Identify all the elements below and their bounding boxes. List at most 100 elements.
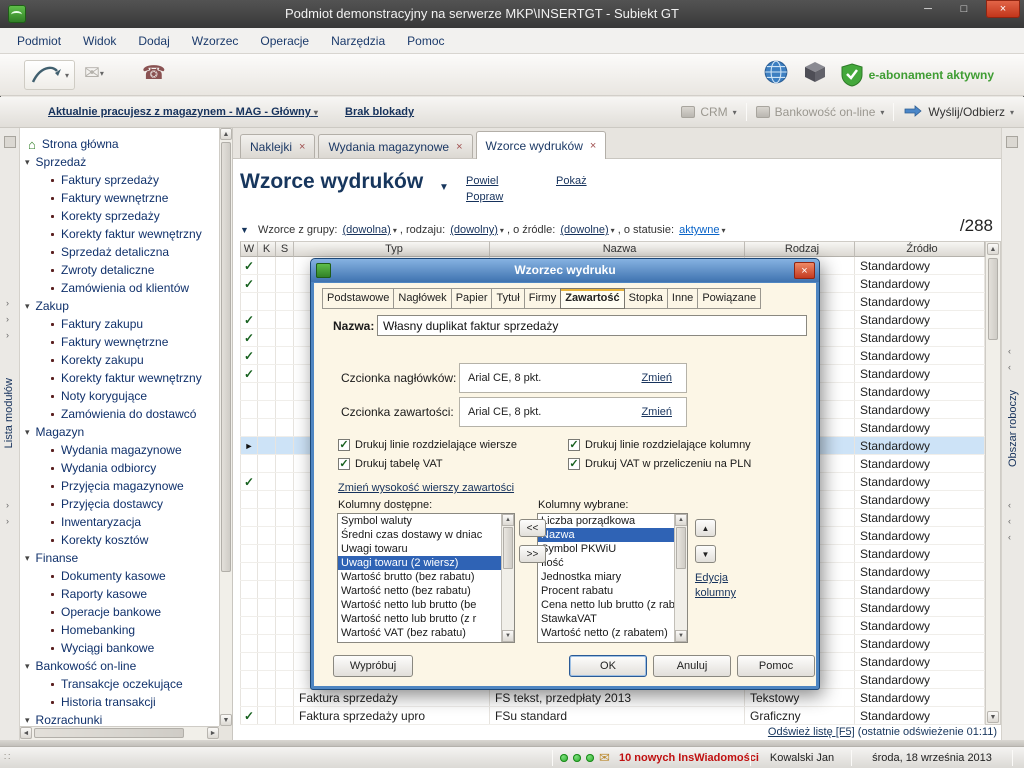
checkbox-drukuj-tabele-vat[interactable]: ✓Drukuj tabelę VAT xyxy=(338,458,568,470)
inswiadomosci-link[interactable]: 10 nowych InsWiadomości xyxy=(619,752,759,764)
column-header-w[interactable]: W xyxy=(240,241,258,257)
sidebar-item-raporty-kasowe[interactable]: Raporty kasowe xyxy=(20,585,219,603)
list-item-wartosc-vat-bez-rabatu[interactable]: Wartość VAT (bez rabatu) xyxy=(338,626,501,640)
send-mail-button[interactable]: ✉ ▾ xyxy=(84,62,104,85)
list-item-nazwa[interactable]: Nazwa xyxy=(538,528,674,542)
list-scrollbar[interactable]: ▲ ▼ xyxy=(674,514,687,642)
sidebar-item-historia-transakcji[interactable]: Historia transakcji xyxy=(20,693,219,711)
packages-button[interactable] xyxy=(803,60,827,89)
status-dot-icon[interactable] xyxy=(586,754,594,762)
dialog-tab-powiazane[interactable]: Powiązane xyxy=(697,288,761,309)
maximize-button[interactable]: □ xyxy=(950,0,978,18)
list-item-procent-rabatu[interactable]: Procent rabatu xyxy=(538,584,674,598)
sidebar-item-faktury-zakupu[interactable]: Faktury zakupu xyxy=(20,315,219,333)
scroll-down-icon[interactable]: ▼ xyxy=(220,714,232,726)
sidebar-item-korekty-zakupu[interactable]: Korekty zakupu xyxy=(20,351,219,369)
list-item-jednostka-miary[interactable]: Jednostka miary xyxy=(538,570,674,584)
close-button[interactable]: × xyxy=(986,0,1020,18)
filter-rodzaj-value[interactable]: (dowolny) xyxy=(450,224,498,236)
menu-item-pomoc[interactable]: Pomoc xyxy=(396,30,455,52)
close-icon[interactable]: × xyxy=(456,141,462,153)
page-title[interactable]: Wzorce wydruków xyxy=(240,170,423,194)
popraw-link[interactable]: Popraw xyxy=(466,191,503,203)
sidebar-item-zamowienia-od-klientow[interactable]: Zamówienia od klientów xyxy=(20,279,219,297)
status-dot-icon[interactable] xyxy=(573,754,581,762)
dialog-tab-podstawowe[interactable]: Podstawowe xyxy=(322,288,394,309)
menu-item-dodaj[interactable]: Dodaj xyxy=(127,30,180,52)
filter-grupa-value[interactable]: (dowolna) xyxy=(343,224,391,236)
list-item-wartosc-netto-z-rabatem[interactable]: Wartość netto (z rabatem) xyxy=(538,626,674,640)
chevron-right-icon[interactable]: › xyxy=(6,314,9,324)
list-item-stawkavat[interactable]: StawkaVAT xyxy=(538,612,674,626)
list-item-wartosc-netto-lub-brutto-be[interactable]: Wartość netto lub brutto (be xyxy=(338,598,501,612)
list-scrollbar[interactable]: ▲ ▼ xyxy=(501,514,514,642)
close-icon[interactable]: × xyxy=(299,141,305,153)
magazyn-link[interactable]: Aktualnie pracujesz z magazynem - MAG - … xyxy=(48,106,318,118)
dialog-tab-naglowek[interactable]: Nagłówek xyxy=(393,288,451,309)
sidebar-item-operacje-bankowe[interactable]: Operacje bankowe xyxy=(20,603,219,621)
scroll-up-icon[interactable]: ▲ xyxy=(675,514,687,526)
chevron-left-icon[interactable]: ‹ xyxy=(1008,362,1011,372)
sidebar-item-bankowosc-on-line[interactable]: ▾Bankowość on-line xyxy=(20,657,219,675)
sidebar-item-faktury-wewnetrzne[interactable]: Faktury wewnętrzne xyxy=(20,189,219,207)
sidebar-item-sprzedaz[interactable]: ▾Sprzedaż xyxy=(20,153,219,171)
ok-button[interactable]: OK xyxy=(569,655,647,677)
sidebar-item-zamowienia-do-dostawco[interactable]: Zamówienia do dostawcó xyxy=(20,405,219,423)
column-header-zrodlo[interactable]: Źródło xyxy=(855,241,985,257)
change-content-font-link[interactable]: Zmień xyxy=(641,406,672,418)
list-item-symbol-waluty[interactable]: Symbol waluty xyxy=(338,514,501,528)
anuluj-button[interactable]: Anuluj xyxy=(653,655,731,677)
pokaz-link[interactable]: Pokaż xyxy=(556,175,587,187)
scroll-left-icon[interactable]: ◄ xyxy=(20,727,32,739)
checkbox-icon[interactable]: ✓ xyxy=(338,458,350,470)
sidebar-item-magazyn[interactable]: ▾Magazyn xyxy=(20,423,219,441)
scrollbar-thumb[interactable] xyxy=(503,527,513,569)
eabonament-status[interactable]: e-abonament aktywny xyxy=(841,63,994,87)
column-header-nazwa[interactable]: Nazwa xyxy=(490,241,745,257)
close-icon[interactable]: × xyxy=(590,140,596,152)
dialog-title-bar[interactable]: Wzorzec wydruku × xyxy=(311,259,819,282)
sidebar-item-homebanking[interactable]: Homebanking xyxy=(20,621,219,639)
sidebar-item-wyciagi-bankowe[interactable]: Wyciągi bankowe xyxy=(20,639,219,657)
dock-icon[interactable] xyxy=(1006,136,1018,148)
edit-column-link[interactable]: Edycja xyxy=(695,572,728,584)
sidebar-item-korekty-kosztow[interactable]: Korekty kosztów xyxy=(20,531,219,549)
list-item-liczba-porzadkowa[interactable]: Liczba porządkowa xyxy=(538,514,674,528)
sidebar-horizontal-scrollbar[interactable]: ◄ ► xyxy=(20,726,219,740)
crm-menu[interactable]: CRM▾ xyxy=(681,105,736,119)
menu-item-narzedzia[interactable]: Narzędzia xyxy=(320,30,396,52)
minimize-button[interactable]: ─ xyxy=(914,0,942,18)
sidebar-item-korekty-faktur-wewnetrzny[interactable]: Korekty faktur wewnętrzny xyxy=(20,225,219,243)
dialog-tab-tytul[interactable]: Tytuł xyxy=(491,288,524,309)
send-receive-menu[interactable]: Wyślij/Odbierz▾ xyxy=(903,105,1014,119)
list-item-cena-netto-lub-brutto-z-rab[interactable]: Cena netto lub brutto (z rab xyxy=(538,598,674,612)
checkbox-drukuj-vat-w-przeliczeniu-na-pln[interactable]: ✓Drukuj VAT w przeliczeniu na PLN xyxy=(568,458,804,470)
chevron-left-icon[interactable]: ‹ xyxy=(1008,346,1011,356)
sidebar-item-strona-glowna[interactable]: ⌂Strona główna xyxy=(20,135,219,153)
checkbox-drukuj-linie-rozdzielajace-wiersze[interactable]: ✓Drukuj linie rozdzielające wiersze xyxy=(338,439,568,451)
chevron-right-icon[interactable]: › xyxy=(6,516,9,526)
chevron-right-icon[interactable]: › xyxy=(6,500,9,510)
checkbox-icon[interactable]: ✓ xyxy=(568,458,580,470)
row-height-link[interactable]: Zmień wysokość wierszy zawartości xyxy=(338,482,514,494)
dialog-tab-stopka[interactable]: Stopka xyxy=(624,288,668,309)
filter-status-value[interactable]: aktywne xyxy=(679,224,719,236)
column-header-s[interactable]: S xyxy=(276,241,294,257)
dialog-close-button[interactable]: × xyxy=(794,262,815,279)
tab-wzorce-wydrukow[interactable]: Wzorce wydruków× xyxy=(476,131,607,159)
checkbox-drukuj-linie-rozdzielajace-kolumny[interactable]: ✓Drukuj linie rozdzielające kolumny xyxy=(568,439,804,451)
checkbox-icon[interactable]: ✓ xyxy=(568,439,580,451)
sidebar-item-przyjecia-magazynowe[interactable]: Przyjęcia magazynowe xyxy=(20,477,219,495)
sidebar-item-korekty-sprzedazy[interactable]: Korekty sprzedaży xyxy=(20,207,219,225)
current-user[interactable]: Kowalski Jan xyxy=(756,752,848,764)
column-header-rodzaj[interactable]: Rodzaj xyxy=(745,241,855,257)
chevron-right-icon[interactable]: › xyxy=(6,298,9,308)
status-dot-icon[interactable] xyxy=(560,754,568,762)
list-item-sredni-czas-dostawy-w-dniac[interactable]: Średni czas dostawy w dniac xyxy=(338,528,501,542)
wyprobuj-button[interactable]: Wypróbuj xyxy=(333,655,413,677)
scroll-down-icon[interactable]: ▼ xyxy=(675,630,687,642)
sidebar-item-wydania-magazynowe[interactable]: Wydania magazynowe xyxy=(20,441,219,459)
scrollbar-thumb[interactable] xyxy=(221,142,231,572)
column-header-k[interactable]: K xyxy=(258,241,276,257)
nazwa-input[interactable] xyxy=(377,315,807,336)
